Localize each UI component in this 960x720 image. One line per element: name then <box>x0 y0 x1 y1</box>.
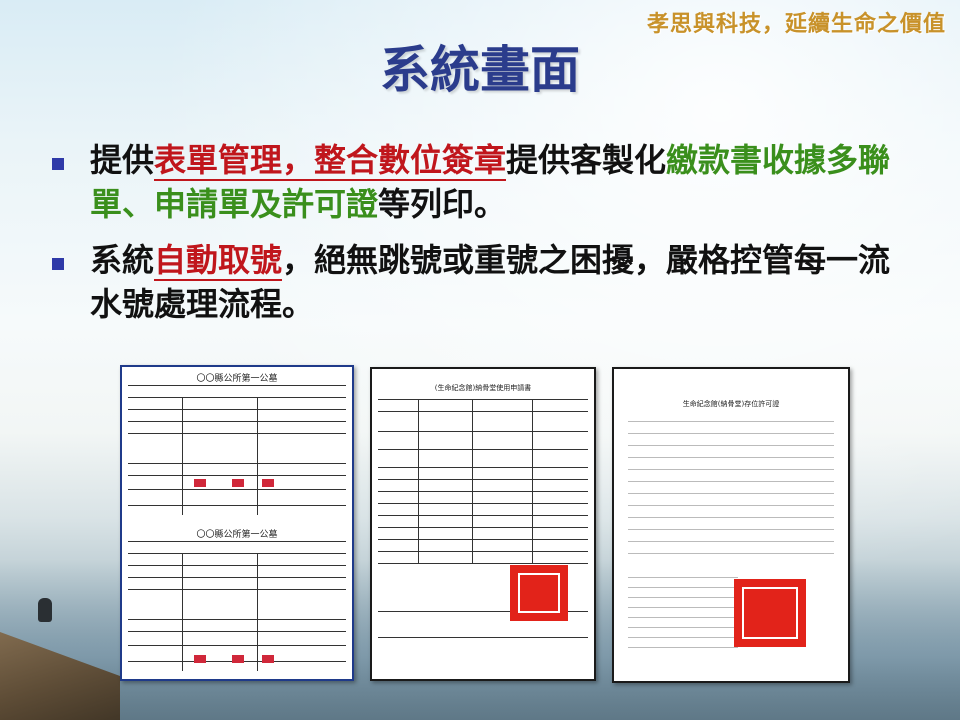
red-stamp-icon <box>194 655 206 663</box>
form-column-line <box>182 553 183 671</box>
form-line <box>128 421 346 422</box>
form-line <box>128 553 346 554</box>
form-line <box>128 565 346 566</box>
form-line <box>128 433 346 434</box>
form-line <box>628 493 834 494</box>
text-segment: 提供客製化 <box>506 141 667 179</box>
form-line <box>128 489 346 490</box>
form-line <box>128 645 346 646</box>
form-line <box>378 503 588 504</box>
permit-thumbnail: 生命紀念館(納骨堂)存位許可證 <box>612 367 850 683</box>
form-line <box>378 467 588 468</box>
bullet-text-2: 系統自動取號，絕無跳號或重號之困擾，嚴格控管每一流水號處理流程。 <box>90 238 912 326</box>
form-line <box>378 491 588 492</box>
form-line <box>628 529 834 530</box>
red-stamp-icon <box>194 479 206 487</box>
red-stamp-icon <box>262 479 274 487</box>
form-line <box>628 433 834 434</box>
form-line <box>628 627 738 628</box>
form-line <box>378 411 588 412</box>
form-column-line <box>182 397 183 515</box>
slide-title: 系統畫面 <box>380 41 580 99</box>
form-line <box>128 631 346 632</box>
form-column-line <box>257 553 258 671</box>
form-column-line <box>418 399 419 563</box>
application-form-thumbnail: (生命紀念館)納骨堂使用申請書 <box>370 367 596 681</box>
form-line <box>378 539 588 540</box>
form-line <box>628 617 738 618</box>
doc1-title-2: 〇〇縣公所第一公墓 <box>196 530 278 540</box>
form-line <box>128 463 346 464</box>
form-line <box>628 517 834 518</box>
text-segment: 提供 <box>90 141 155 179</box>
form-line <box>628 421 834 422</box>
bullet-text-1: 提供表單管理，整合數位簽章提供客製化繳款書收據多聯單、申請單及許可證等列印。 <box>90 138 912 226</box>
form-line <box>378 551 588 552</box>
form-line <box>128 619 346 620</box>
receipt-form-thumbnail: 〇〇縣公所第一公墓 〇〇縣公所第一公墓 <box>120 365 354 681</box>
background-bird <box>38 598 52 622</box>
form-line <box>628 647 738 648</box>
form-line <box>128 577 346 578</box>
form-line <box>128 397 346 398</box>
form-line <box>378 637 588 638</box>
form-line <box>628 553 834 554</box>
form-line <box>628 587 738 588</box>
form-line <box>128 409 346 410</box>
form-line <box>628 481 834 482</box>
form-line <box>128 475 346 476</box>
form-line <box>378 449 588 450</box>
form-line <box>378 527 588 528</box>
bullet-square-icon <box>52 258 64 270</box>
form-line <box>378 515 588 516</box>
highlight-red: 自動取號 <box>154 241 283 281</box>
form-line <box>628 541 834 542</box>
digital-seal-icon <box>510 565 568 621</box>
bullet-item-1: 提供表單管理，整合數位簽章提供客製化繳款書收據多聯單、申請單及許可證等列印。 <box>52 138 912 226</box>
form-line <box>378 563 588 564</box>
form-line <box>378 399 588 400</box>
form-column-line <box>257 397 258 515</box>
form-line <box>128 541 346 542</box>
form-column-line <box>472 399 473 563</box>
bullet-item-2: 系統自動取號，絕無跳號或重號之困擾，嚴格控管每一流水號處理流程。 <box>52 238 912 326</box>
red-stamp-icon <box>232 655 244 663</box>
form-line <box>128 385 346 386</box>
form-line <box>378 479 588 480</box>
form-line <box>628 637 738 638</box>
doc2-title: (生命紀念館)納骨堂使用申請書 <box>434 384 532 392</box>
form-line <box>628 577 738 578</box>
form-line <box>628 445 834 446</box>
form-line <box>628 469 834 470</box>
form-line <box>628 457 834 458</box>
bullet-square-icon <box>52 158 64 170</box>
highlight-red: 表單管理，整合數位簽章 <box>154 141 507 181</box>
text-segment: 系統 <box>90 241 155 279</box>
text-segment: 等列印。 <box>378 185 507 223</box>
bullet-list: 提供表單管理，整合數位簽章提供客製化繳款書收據多聯單、申請單及許可證等列印。 系… <box>52 138 912 338</box>
red-stamp-icon <box>232 479 244 487</box>
form-line <box>628 597 738 598</box>
doc3-title: 生命紀念館(納骨堂)存位許可證 <box>682 400 780 408</box>
doc1-title-1: 〇〇縣公所第一公墓 <box>196 374 278 384</box>
form-line <box>378 431 588 432</box>
form-line <box>628 607 738 608</box>
red-stamp-icon <box>262 655 274 663</box>
digital-seal-icon <box>734 579 806 647</box>
form-line <box>628 505 834 506</box>
form-column-line <box>532 399 533 563</box>
form-line <box>128 589 346 590</box>
form-line <box>128 505 346 506</box>
